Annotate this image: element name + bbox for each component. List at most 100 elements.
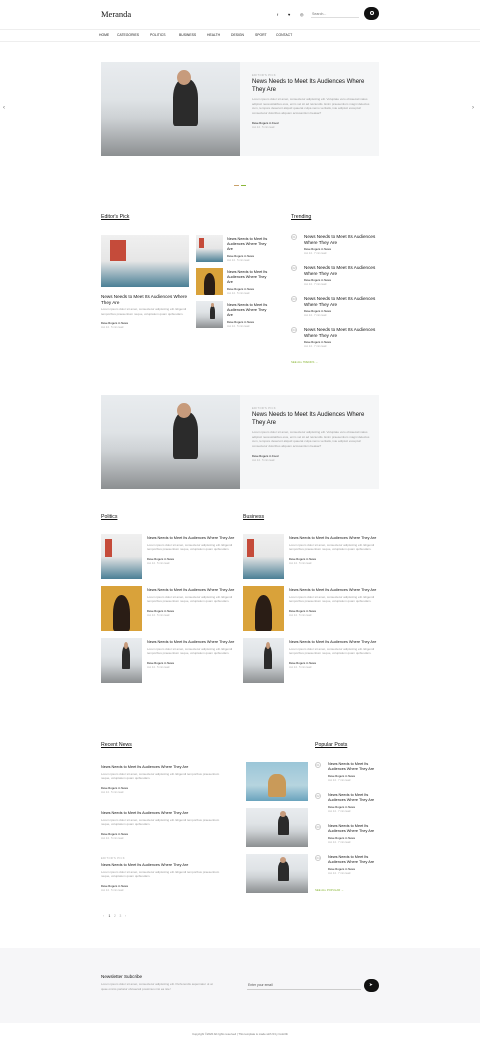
recent-news-title[interactable]: News Needs to Meet Its Audiences Where T… bbox=[101, 765, 229, 770]
author-name[interactable]: Dave Rogers bbox=[227, 254, 243, 258]
category-name[interactable]: News bbox=[167, 609, 174, 613]
see-all-trends-link[interactable]: SEE ALL TRENDS → bbox=[291, 360, 318, 364]
author-name[interactable]: Dave Rogers bbox=[328, 836, 344, 840]
author-name[interactable]: Dave Rogers bbox=[147, 661, 163, 665]
business-card-image[interactable] bbox=[243, 638, 284, 683]
author-name[interactable]: Dave Rogers bbox=[101, 832, 117, 836]
editors-item-title[interactable]: News Needs to Meet Its Audiences Where T… bbox=[227, 303, 273, 317]
editors-main-title[interactable]: News Needs to Meet Its Audiences Where T… bbox=[101, 294, 189, 305]
author-name[interactable]: Dave Rogers bbox=[147, 609, 163, 613]
author-name[interactable]: Dave Rogers bbox=[227, 287, 243, 291]
category-name[interactable]: News bbox=[309, 557, 316, 561]
business-card-image[interactable] bbox=[243, 534, 284, 579]
nav-item-contact[interactable]: CONTACT bbox=[276, 33, 292, 37]
author-name[interactable]: Dave Rogers bbox=[101, 884, 117, 888]
category-name[interactable]: News bbox=[167, 661, 174, 665]
instagram-icon[interactable]: ◎ bbox=[300, 12, 304, 17]
slider-dot-active[interactable] bbox=[234, 185, 239, 186]
category-name[interactable]: News bbox=[121, 786, 128, 790]
slider-prev-arrow[interactable]: ‹ bbox=[3, 105, 5, 111]
category-name[interactable]: Food bbox=[272, 454, 278, 458]
hero-image[interactable] bbox=[101, 62, 240, 156]
author-name[interactable]: Dave Rogers bbox=[328, 805, 344, 809]
category-name[interactable]: News bbox=[348, 867, 355, 871]
pagination-page[interactable]: 1 bbox=[109, 914, 111, 918]
editors-item-image[interactable] bbox=[196, 268, 223, 295]
card-title[interactable]: News Needs to Meet Its Audiences Where T… bbox=[147, 588, 235, 593]
hero2-title[interactable]: News Needs to Meet Its Audiences Where T… bbox=[252, 412, 370, 427]
popular-post-image[interactable] bbox=[246, 854, 308, 893]
pagination-next[interactable]: › bbox=[125, 914, 126, 918]
author-name[interactable]: Dave Rogers bbox=[101, 321, 117, 325]
politics-card-image[interactable] bbox=[101, 586, 142, 631]
author-name[interactable]: Dave Rogers bbox=[304, 278, 320, 282]
category-name[interactable]: News bbox=[309, 661, 316, 665]
category-name[interactable]: News bbox=[348, 774, 355, 778]
author-name[interactable]: Dave Rogers bbox=[101, 786, 117, 790]
category-name[interactable]: News bbox=[247, 320, 254, 324]
author-name[interactable]: Dave Rogers bbox=[252, 121, 268, 125]
business-card-image[interactable] bbox=[243, 586, 284, 631]
brand-logo[interactable]: Meranda bbox=[101, 9, 131, 19]
facebook-icon[interactable]: f bbox=[277, 12, 278, 17]
category-name[interactable]: News bbox=[324, 309, 331, 313]
nav-item-home[interactable]: HOME bbox=[99, 33, 109, 37]
pagination-page[interactable]: 2 bbox=[114, 914, 116, 918]
slider-dot[interactable] bbox=[241, 185, 246, 186]
trending-item-title[interactable]: News Needs to Meet Its Audiences Where T… bbox=[304, 327, 378, 338]
card-title[interactable]: News Needs to Meet Its Audiences Where T… bbox=[147, 640, 235, 645]
nav-item-business[interactable]: BUSINESS bbox=[179, 33, 196, 37]
author-name[interactable]: Dave Rogers bbox=[252, 454, 268, 458]
editors-item-title[interactable]: News Needs to Meet Its Audiences Where T… bbox=[227, 237, 273, 251]
author-name[interactable]: Dave Rogers bbox=[147, 557, 163, 561]
nav-item-design[interactable]: DESIGN bbox=[231, 33, 244, 37]
category-name[interactable]: News bbox=[247, 287, 254, 291]
author-name[interactable]: Dave Rogers bbox=[227, 320, 243, 324]
nav-item-politics[interactable]: POLITICS bbox=[150, 33, 165, 37]
category-name[interactable]: News bbox=[121, 884, 128, 888]
pagination-prev[interactable]: ‹ bbox=[103, 914, 104, 918]
slider-next-arrow[interactable]: › bbox=[472, 105, 474, 111]
editors-main-image[interactable] bbox=[101, 235, 189, 287]
category-name[interactable]: News bbox=[324, 278, 331, 282]
politics-card-image[interactable] bbox=[101, 534, 142, 579]
popular-item-title[interactable]: News Needs to Meet Its Audiences Where T… bbox=[328, 762, 378, 772]
popular-item-title[interactable]: News Needs to Meet Its Audiences Where T… bbox=[328, 793, 378, 803]
author-name[interactable]: Dave Rogers bbox=[328, 867, 344, 871]
author-name[interactable]: Dave Rogers bbox=[289, 557, 305, 561]
category-name[interactable]: News bbox=[247, 254, 254, 258]
popular-item-title[interactable]: News Needs to Meet Its Audiences Where T… bbox=[328, 855, 378, 865]
card-title[interactable]: News Needs to Meet Its Audiences Where T… bbox=[289, 588, 377, 593]
recent-news-title[interactable]: News Needs to Meet Its Audiences Where T… bbox=[101, 863, 229, 868]
category-name[interactable]: News bbox=[121, 321, 128, 325]
editors-item-image[interactable] bbox=[196, 301, 223, 328]
author-name[interactable]: Dave Rogers bbox=[328, 774, 344, 778]
popular-post-image[interactable] bbox=[246, 762, 308, 801]
nav-item-categories[interactable]: CATEGORIES bbox=[117, 33, 139, 37]
author-name[interactable]: Dave Rogers bbox=[304, 309, 320, 313]
see-all-popular-link[interactable]: SEE ALL POPULAR → bbox=[315, 888, 344, 892]
category-name[interactable]: News bbox=[309, 609, 316, 613]
category-name[interactable]: Food bbox=[272, 121, 278, 125]
category-name[interactable]: News bbox=[348, 836, 355, 840]
newsletter-email-input[interactable]: Enter your email bbox=[247, 980, 361, 990]
nav-item-health[interactable]: HEALTH bbox=[207, 33, 220, 37]
trending-item-title[interactable]: News Needs to Meet Its Audiences Where T… bbox=[304, 296, 378, 307]
hero2-image[interactable] bbox=[101, 395, 240, 489]
card-title[interactable]: News Needs to Meet Its Audiences Where T… bbox=[289, 640, 377, 645]
category-name[interactable]: News bbox=[324, 247, 331, 251]
trending-item-title[interactable]: News Needs to Meet Its Audiences Where T… bbox=[304, 265, 378, 276]
search-input[interactable]: Search... bbox=[311, 10, 359, 18]
editors-item-title[interactable]: News Needs to Meet Its Audiences Where T… bbox=[227, 270, 273, 284]
recent-news-title[interactable]: News Needs to Meet Its Audiences Where T… bbox=[101, 811, 229, 816]
category-name[interactable]: News bbox=[121, 832, 128, 836]
twitter-icon[interactable]: ♥ bbox=[288, 12, 290, 17]
category-name[interactable]: News bbox=[324, 340, 331, 344]
author-name[interactable]: Dave Rogers bbox=[289, 609, 305, 613]
popular-post-image[interactable] bbox=[246, 808, 308, 847]
nav-item-sport[interactable]: SPORT bbox=[255, 33, 267, 37]
pagination-page[interactable]: 3 bbox=[120, 914, 122, 918]
card-title[interactable]: News Needs to Meet Its Audiences Where T… bbox=[289, 536, 377, 541]
author-name[interactable]: Dave Rogers bbox=[304, 247, 320, 251]
card-title[interactable]: News Needs to Meet Its Audiences Where T… bbox=[147, 536, 235, 541]
